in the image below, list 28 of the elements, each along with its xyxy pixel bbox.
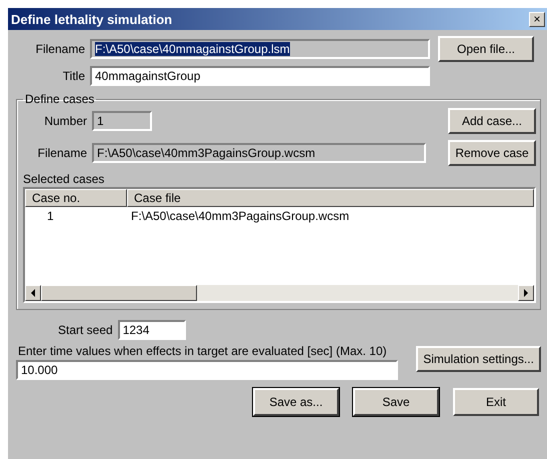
- scroll-left-icon[interactable]: [25, 285, 41, 301]
- start-seed-label: Start seed: [58, 323, 113, 337]
- table-cell-text: F:\A50\case\40mm3PagainsGroup.wcsm: [130, 208, 350, 222]
- remove-case-button[interactable]: Remove case: [448, 140, 536, 166]
- dialog-button[interactable]: Exit: [453, 388, 539, 416]
- selected-cases-label: Selected cases: [23, 172, 106, 186]
- table-cell-text: 1: [46, 208, 55, 222]
- time-values-label: Enter time values when effects in target are evaluated [sec] (Max. 10): [18, 344, 388, 358]
- title-field[interactable]: 40mmagainstGroup: [90, 66, 430, 86]
- horizontal-scrollbar[interactable]: [25, 285, 534, 301]
- column-header[interactable]: Case file: [127, 189, 534, 207]
- close-button[interactable]: ×: [529, 12, 545, 26]
- simulation-settings-button[interactable]: Simulation settings...: [416, 346, 541, 372]
- filename-label: Filename: [34, 42, 85, 56]
- start-seed-field[interactable]: 1234: [118, 320, 186, 340]
- column-header[interactable]: Case no.: [25, 189, 127, 207]
- title-label: Title: [62, 69, 85, 83]
- filename-label: Filename: [36, 146, 87, 160]
- scroll-right-icon[interactable]: [518, 285, 534, 301]
- add-case-button[interactable]: Add case...: [448, 108, 536, 134]
- dialog-button[interactable]: Save: [353, 388, 439, 416]
- window-title: Define lethality simulation: [11, 12, 174, 26]
- scroll-thumb[interactable]: [41, 285, 197, 301]
- number-label: Number: [43, 114, 87, 128]
- dialog-button[interactable]: Save as...: [253, 388, 339, 416]
- time-values-field[interactable]: 10.000: [16, 360, 398, 380]
- group-legend: Define cases: [23, 92, 96, 106]
- open-file-button[interactable]: Open file...: [438, 36, 534, 62]
